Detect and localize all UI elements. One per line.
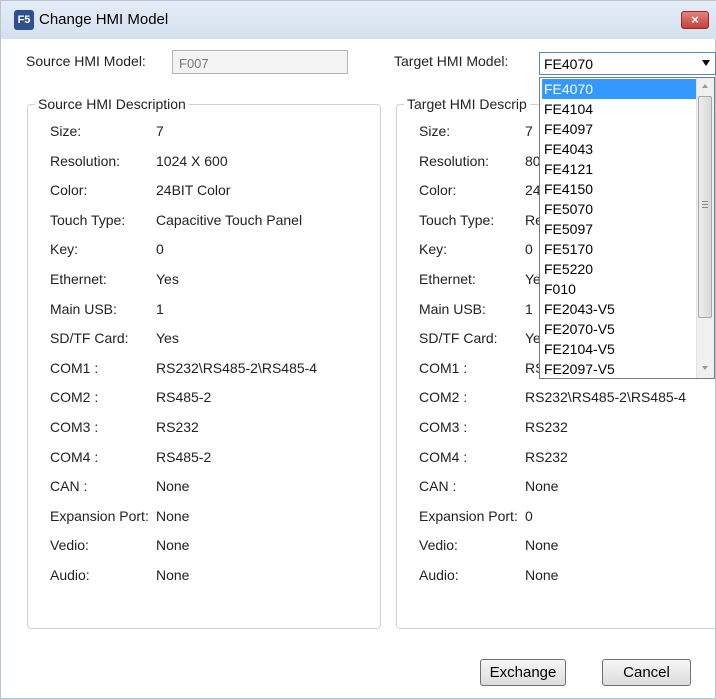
spec-label: Expansion Port: <box>50 507 149 524</box>
spec-value: 0 <box>525 241 533 258</box>
target-model-dropdown-list[interactable]: FE4070 FE4104 FE4097 FE4043 FE4121 FE4150 FE50… <box>539 77 715 379</box>
spec-label: COM2 : <box>50 389 99 406</box>
spec-label: Size: <box>50 123 82 139</box>
spec-value: 0 <box>156 241 164 258</box>
spec-value: RS232\RS485-2\RS485-4 <box>525 389 687 406</box>
target-model-label: Target HMI Model: <box>394 53 509 69</box>
spec-value: None <box>156 478 190 495</box>
spec-value: Capacitive Touch Panel <box>156 211 303 228</box>
spec-label: CAN : <box>419 478 457 495</box>
spec-label: Color: <box>419 182 457 199</box>
target-model-select[interactable]: FE4070 <box>539 52 716 75</box>
spec-label: Vedio: <box>50 537 89 554</box>
spec-label: COM1 : <box>50 359 99 376</box>
spec-value: 1 <box>525 300 533 317</box>
dropdown-option[interactable]: FE4121 <box>542 159 697 179</box>
spec-label: Touch Type: <box>50 211 126 228</box>
spec-label: COM2 : <box>419 389 468 406</box>
source-description-title: Source HMI Description <box>35 96 189 112</box>
dropdown-option[interactable]: FE5220 <box>542 259 697 279</box>
dropdown-option[interactable]: FE2104-V5 <box>542 339 697 359</box>
dropdown-option[interactable]: FE2070-V5 <box>542 319 697 339</box>
dropdown-option[interactable]: FE2043-V5 <box>542 299 697 319</box>
scroll-up-icon[interactable] <box>702 84 708 88</box>
spec-label: Resolution: <box>50 152 121 169</box>
spec-value: RS485-2 <box>156 448 212 465</box>
spec-value: 1 <box>156 300 164 317</box>
target-description-title: Target HMI Descrip <box>404 96 530 112</box>
scroll-down-icon[interactable] <box>702 366 708 370</box>
spec-value: RS232 <box>525 448 568 465</box>
spec-value: RS232 <box>156 419 199 435</box>
spec-value: RS485-2 <box>156 389 212 406</box>
spec-label: Key: <box>50 241 79 258</box>
cancel-button[interactable]: Cancel <box>602 659 691 686</box>
spec-label: Expansion Port: <box>419 507 518 524</box>
spec-value: 7 <box>525 123 533 139</box>
spec-value: RS232\RS485-2\RS485-4 <box>156 359 318 376</box>
spec-label: Touch Type: <box>419 211 495 228</box>
spec-label: CAN : <box>50 478 88 495</box>
title-bar[interactable]: F5 Change HMI Model × <box>1 1 716 39</box>
spec-label: Color: <box>50 182 88 199</box>
spec-value: Yes <box>156 330 179 347</box>
app-icon: F5 <box>14 10 34 30</box>
spec-value: 1024 X 600 <box>156 152 228 169</box>
spec-label: COM1 : <box>419 359 468 376</box>
spec-value: None <box>525 567 559 583</box>
dropdown-option[interactable]: FE4043 <box>542 139 697 159</box>
dropdown-option[interactable]: FE4150 <box>542 179 697 199</box>
spec-label: Audio: <box>50 567 90 583</box>
dropdown-option[interactable]: FE5097 <box>542 219 697 239</box>
dropdown-option[interactable]: FE4070 <box>542 79 697 99</box>
spec-label: Ethernet: <box>419 271 476 287</box>
source-description-group: Source HMI Description Size: 7 Resolution:… <box>27 96 381 629</box>
dropdown-option[interactable]: FE5070 <box>542 199 697 219</box>
spec-value: Yes <box>156 271 179 287</box>
spec-label: SD/TF Card: <box>419 330 498 347</box>
spec-value: 0 <box>525 507 533 524</box>
spec-label: Resolution: <box>419 152 490 169</box>
source-model-field: F007 <box>172 50 348 74</box>
spec-label: COM4 : <box>419 448 468 465</box>
grip-line <box>702 204 708 205</box>
chevron-down-icon[interactable] <box>702 60 710 66</box>
close-button[interactable]: × <box>681 11 709 29</box>
spec-label: Size: <box>419 123 451 139</box>
spec-value: None <box>525 478 559 495</box>
spec-value: None <box>156 507 190 524</box>
grip-line <box>702 201 708 202</box>
change-hmi-model-dialog: F5 Change HMI Model × Source HMI Model: … <box>0 0 716 699</box>
spec-label: Key: <box>419 241 448 258</box>
dropdown-option[interactable]: FE4097 <box>542 119 697 139</box>
spec-value: None <box>156 567 190 583</box>
spec-label: COM3 : <box>419 419 468 435</box>
spec-value: None <box>525 537 559 554</box>
target-model-value: FE4070 <box>544 56 594 72</box>
spec-label: Main USB: <box>419 300 486 317</box>
source-model-label: Source HMI Model: <box>26 53 146 69</box>
spec-label: Audio: <box>419 567 459 583</box>
window-title: Change HMI Model <box>39 11 169 28</box>
spec-label: Ethernet: <box>50 271 107 287</box>
spec-value: 7 <box>156 123 164 139</box>
dropdown-option[interactable]: F010 <box>542 279 697 299</box>
scrollbar-thumb[interactable] <box>698 96 712 318</box>
spec-label: COM3 : <box>50 419 99 435</box>
spec-label: SD/TF Card: <box>50 330 129 347</box>
spec-value: RS232 <box>525 419 568 435</box>
exchange-button[interactable]: Exchange <box>480 659 566 686</box>
spec-value: None <box>156 537 190 554</box>
spec-value: 24BIT Color <box>156 182 231 199</box>
spec-label: Vedio: <box>419 537 458 554</box>
spec-label: Main USB: <box>50 300 117 317</box>
dropdown-option[interactable]: FE2097-V5 <box>542 359 697 378</box>
dropdown-option[interactable]: FE4104 <box>542 99 697 119</box>
spec-label: COM4 : <box>50 448 99 465</box>
grip-line <box>702 207 708 208</box>
dropdown-scrollbar[interactable] <box>696 78 714 378</box>
dropdown-option[interactable]: FE5170 <box>542 239 697 259</box>
